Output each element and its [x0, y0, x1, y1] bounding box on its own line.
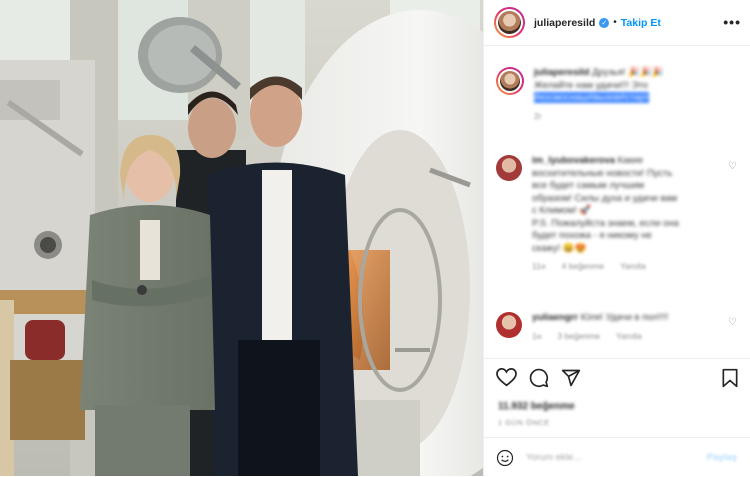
comment-like-icon[interactable]: ♡	[728, 317, 737, 328]
post-comment-button[interactable]: Paylaş	[707, 452, 737, 463]
caption-hashtags[interactable]: #космоснаш#вызов#старт	[534, 92, 650, 103]
comment-line: Юля! Удачи в пол!!!!	[580, 312, 669, 323]
post-header: juliaperesild ✓ • Takip Et •••	[484, 0, 750, 46]
comment-likes[interactable]: 3 beğenme	[557, 331, 600, 341]
heart-icon[interactable]	[496, 368, 517, 387]
post-date: 1 GÜN ÖNCE	[498, 418, 550, 427]
comment-line: будет похожа - я никому не	[532, 230, 652, 241]
reply-button[interactable]: Yanıtla	[616, 331, 642, 341]
comment-line: Какие	[617, 155, 644, 166]
post-image	[0, 0, 483, 476]
caption-time: 2г	[534, 110, 542, 121]
reply-button[interactable]: Yanıtla	[620, 261, 646, 271]
comment-line: с Климом! 🚀	[532, 205, 592, 216]
comment-item: yuliaengrr Юля! Удачи в пол!!!! 1н 3 beğ…	[496, 312, 722, 341]
caption-text: juliaperesild Друзья! 🎉🎉🎉 Желайте нам уд…	[534, 67, 724, 105]
comment-time: 11н	[532, 261, 546, 271]
caption-line-2: Желайте нам удачи!!! Это	[534, 79, 648, 91]
comment-line: восхитительные новости! Пусть	[532, 167, 673, 179]
comment-text: im_lyubovakerova Какие восхитительные но…	[532, 155, 722, 255]
follow-button[interactable]: Takip Et	[621, 17, 661, 29]
comment-input[interactable]: Yorum ekle...	[526, 452, 581, 463]
comment-line: все будет самым лучшим	[532, 180, 645, 191]
comment-avatar[interactable]	[496, 155, 522, 181]
comment-likes[interactable]: 4 beğenme	[562, 261, 605, 271]
add-comment-bar: Yorum ekle... Paylaş	[484, 437, 750, 477]
comment-username[interactable]: yuliaengrr	[532, 312, 578, 323]
caption: juliaperesild Друзья! 🎉🎉🎉 Желайте нам уд…	[496, 67, 724, 121]
separator: •	[613, 17, 617, 28]
comment-meta: 1н 3 beğenme Yanıtla	[532, 331, 722, 341]
comment-item: im_lyubovakerova Какие восхитительные но…	[496, 155, 722, 271]
avatar[interactable]	[494, 7, 525, 38]
bookmark-icon[interactable]	[721, 368, 739, 388]
comment-username[interactable]: im_lyubovakerova	[532, 155, 615, 166]
caption-line-1: Друзья! 🎉🎉🎉	[592, 67, 664, 78]
comment-icon[interactable]	[529, 368, 549, 388]
caption-avatar[interactable]	[496, 67, 524, 95]
more-icon[interactable]: •••	[723, 14, 741, 30]
comments-list[interactable]: juliaperesild Друзья! 🎉🎉🎉 Желайте нам уд…	[484, 47, 750, 357]
instagram-post: juliaperesild ✓ • Takip Et ••• juliapere…	[0, 0, 750, 476]
comment-like-icon[interactable]: ♡	[728, 161, 737, 172]
comment-time: 1н	[532, 330, 542, 341]
caption-username[interactable]: juliaperesild	[534, 67, 589, 78]
username-link[interactable]: juliaperesild	[534, 17, 595, 29]
smiley-icon[interactable]	[496, 449, 514, 467]
share-icon[interactable]	[561, 368, 581, 388]
comment-meta: 11н 4 beğenme Yanıtla	[532, 261, 722, 271]
post-photo[interactable]	[0, 0, 483, 476]
verified-icon: ✓	[599, 17, 610, 28]
comment-line: образом! Силы духа и удачи вам	[532, 192, 678, 204]
comment-avatar[interactable]	[496, 312, 522, 338]
comment-text: yuliaengrr Юля! Удачи в пол!!!!	[532, 312, 722, 325]
post-sidebar: juliaperesild ✓ • Takip Et ••• juliapere…	[483, 0, 750, 476]
likes-count[interactable]: 11.932 beğenme	[498, 401, 575, 412]
comment-line: P.S. Пожалуйста знаем, если она	[532, 217, 679, 229]
action-bar: 11.932 beğenme 1 GÜN ÖNCE Yorum ekle... …	[484, 358, 750, 476]
comment-line: скажу! 😄😍	[532, 242, 587, 254]
caption-meta: 2г	[534, 111, 724, 121]
